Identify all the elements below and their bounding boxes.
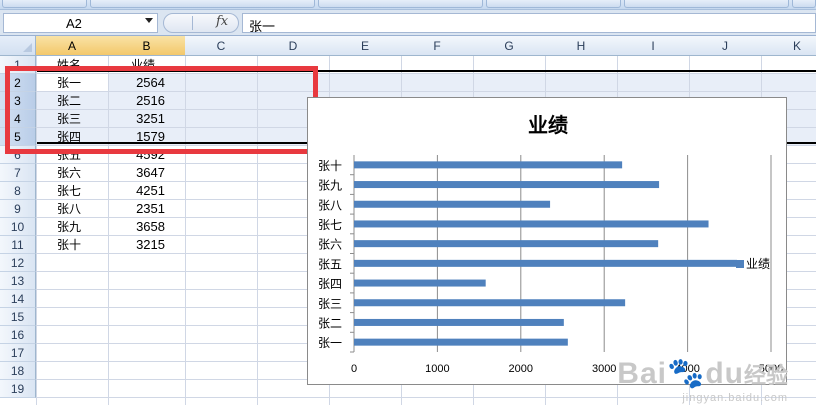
- y-tick-label: 张十: [318, 159, 342, 173]
- row-header-15[interactable]: 15: [0, 308, 36, 326]
- y-tick-label: 张二: [318, 316, 342, 330]
- watermark-brand-mid: du: [705, 357, 744, 390]
- row-header-16[interactable]: 16: [0, 326, 36, 344]
- column-header-g[interactable]: G: [473, 36, 546, 56]
- watermark-brand: Bai: [617, 357, 667, 390]
- y-tick-label: 张九: [318, 179, 342, 193]
- row-header-12[interactable]: 12: [0, 254, 36, 272]
- column-header-d[interactable]: D: [257, 36, 330, 56]
- divider: [192, 16, 193, 30]
- row-header-17[interactable]: 17: [0, 344, 36, 362]
- y-tick-label: 张八: [318, 198, 342, 212]
- column-header-a[interactable]: A: [36, 36, 109, 56]
- row-header-10[interactable]: 10: [0, 218, 36, 236]
- column-header-b[interactable]: B: [108, 36, 186, 56]
- cell-score[interactable]: 2351: [109, 200, 165, 218]
- y-tick-label: 张七: [318, 218, 342, 232]
- cell-score[interactable]: 4251: [109, 182, 165, 200]
- ribbon-group-cells[interactable]: [792, 0, 816, 8]
- ribbon-group-alignment[interactable]: [318, 0, 483, 8]
- cell-name[interactable]: 张八: [57, 200, 81, 218]
- x-tick-label: 1000: [425, 363, 449, 375]
- column-header-c[interactable]: C: [185, 36, 258, 56]
- chart-canvas: 业绩0 1000 2000 3000 4000 5000张一张二张三张四张五张六张七张八张…: [318, 113, 783, 375]
- ribbon-group-font[interactable]: [90, 0, 315, 8]
- bar: [354, 318, 564, 326]
- cell-score[interactable]: 3215: [109, 236, 165, 254]
- ribbon-group-clipboard[interactable]: [2, 0, 87, 8]
- select-all-icon: [23, 43, 32, 52]
- ribbon-strip: [0, 0, 816, 10]
- row-header-8[interactable]: 8: [0, 182, 36, 200]
- watermark: Bai🐾du经验 jingyan.baidu.com: [617, 356, 788, 404]
- y-tick-label: 张六: [318, 238, 342, 252]
- bar-chart[interactable]: 业绩 0 1000 2000 3000 4000 5000 张一 张二 张三 张四 张五 张六 张七 张八张…: [307, 97, 787, 385]
- watermark-paw-icon: 🐾: [666, 357, 706, 390]
- name-box-value: A2: [66, 16, 82, 31]
- row-header-13[interactable]: 13: [0, 272, 36, 290]
- watermark-suffix: 经验: [743, 363, 788, 388]
- select-all-button[interactable]: [0, 36, 36, 56]
- bar: [354, 259, 737, 267]
- bar: [354, 161, 623, 169]
- y-tick-label: 张四: [318, 277, 342, 291]
- row-header-19[interactable]: 19: [0, 380, 36, 398]
- chevron-down-icon[interactable]: [145, 18, 153, 23]
- x-tick-label: 3000: [592, 363, 616, 375]
- ribbon-group-styles[interactable]: [624, 0, 789, 8]
- cell-score[interactable]: 3658: [109, 218, 165, 236]
- chart-title: 业绩: [528, 113, 568, 137]
- formula-value: 张一: [249, 20, 276, 35]
- formula-bar: A2 fx 张一: [0, 10, 816, 36]
- legend-swatch: [736, 260, 744, 268]
- column-header-k[interactable]: K: [761, 36, 816, 56]
- row-header-18[interactable]: 18: [0, 362, 36, 380]
- cell-score[interactable]: 3647: [109, 164, 165, 182]
- row-header-11[interactable]: 11: [0, 236, 36, 254]
- y-tick-label: 张一: [318, 336, 342, 350]
- cell-name[interactable]: 张七: [57, 182, 81, 200]
- bar: [354, 200, 551, 208]
- legend-label: 业绩: [746, 257, 770, 271]
- insert-function-icon[interactable]: fx: [216, 14, 228, 29]
- ribbon-group-number[interactable]: [486, 0, 621, 8]
- column-header-j[interactable]: J: [689, 36, 762, 56]
- cell-name[interactable]: 张十: [57, 236, 81, 254]
- row-header-14[interactable]: 14: [0, 290, 36, 308]
- excel-window: A2 fx 张一 A B C D E F G H I J K 1 2 3 4 5 6 7 8 9 10 11 12 13 14 1…: [0, 0, 816, 405]
- column-header-h[interactable]: H: [545, 36, 618, 56]
- column-header-e[interactable]: E: [329, 36, 402, 56]
- y-tick-label: 张三: [318, 297, 342, 311]
- bar: [354, 338, 568, 346]
- highlight-box: [5, 66, 318, 154]
- x-tick-label: 0: [351, 363, 357, 375]
- column-header-f[interactable]: F: [401, 36, 474, 56]
- name-box[interactable]: A2: [3, 13, 158, 33]
- function-button-group: fx: [163, 13, 239, 33]
- cell-name[interactable]: 张六: [57, 164, 81, 182]
- cell-name[interactable]: 张九: [57, 218, 81, 236]
- bar: [354, 299, 626, 307]
- x-tick-label: 2000: [509, 363, 533, 375]
- bar: [354, 240, 659, 248]
- bar: [354, 220, 709, 228]
- bar: [354, 279, 486, 287]
- row-header-7[interactable]: 7: [0, 164, 36, 182]
- column-header-i[interactable]: I: [617, 36, 690, 56]
- bar: [354, 181, 660, 189]
- y-tick-label: 张五: [318, 257, 342, 271]
- formula-input[interactable]: 张一: [242, 13, 816, 35]
- row-header-9[interactable]: 9: [0, 200, 36, 218]
- watermark-url: jingyan.baidu.com: [682, 392, 788, 404]
